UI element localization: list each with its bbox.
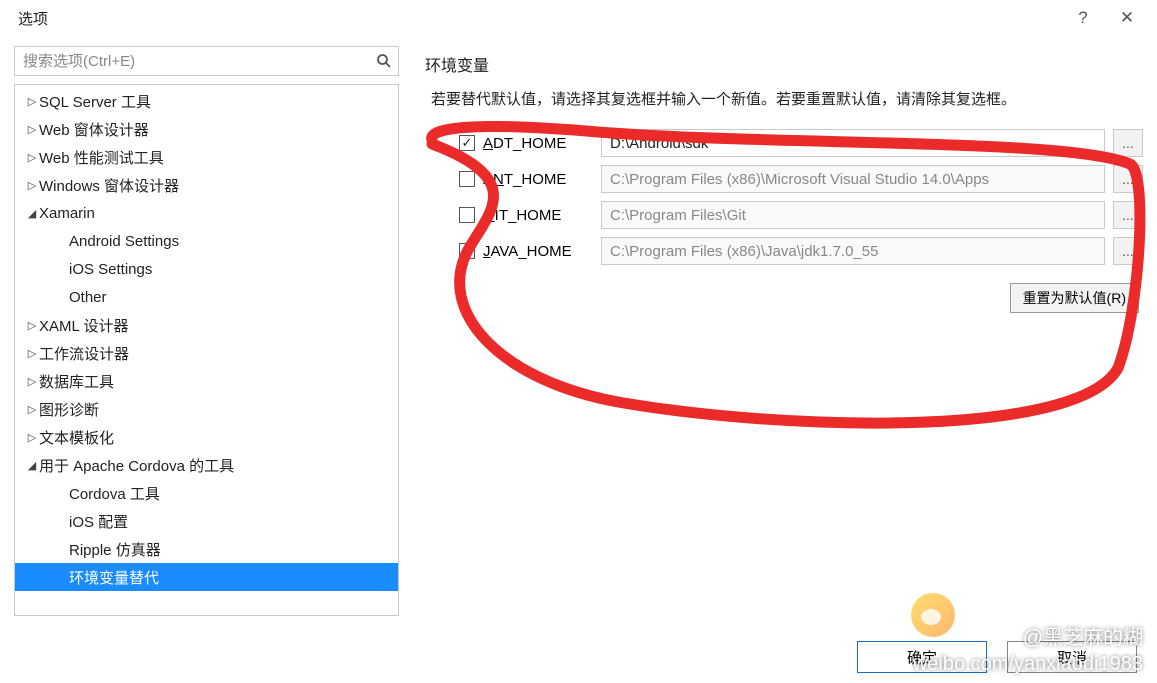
tree-item[interactable]: ▷Web 性能测试工具: [15, 143, 398, 171]
tree-item-label: iOS Settings: [69, 261, 152, 278]
cancel-button[interactable]: 取消: [1007, 641, 1137, 673]
env-row: JAVA_HOME...: [459, 233, 1143, 269]
env-label: JAVA_HOME: [483, 243, 593, 260]
tree-twisty-icon[interactable]: ▷: [25, 403, 39, 416]
tree-twisty-icon[interactable]: ▷: [25, 123, 39, 136]
section-description: 若要替代默认值，请选择其复选框并输入一个新值。若要重置默认值，请清除其复选框。: [431, 88, 1143, 111]
tree-twisty-icon[interactable]: ▷: [25, 151, 39, 164]
tree-item[interactable]: ▷XAML 设计器: [15, 311, 398, 339]
search-input[interactable]: [15, 47, 370, 75]
env-checkbox[interactable]: ✓: [459, 135, 475, 151]
tree-twisty-icon[interactable]: ▷: [25, 375, 39, 388]
content-area: ▷SQL Server 工具▷Web 窗体设计器▷Web 性能测试工具▷Wind…: [0, 36, 1157, 616]
section-title: 环境变量: [425, 52, 1143, 76]
dialog-footer: 确定 取消: [857, 641, 1137, 673]
tree-item[interactable]: ▷Windows 窗体设计器: [15, 171, 398, 199]
tree-item-label: Cordova 工具: [69, 483, 160, 504]
tree-item-label: 工作流设计器: [39, 343, 129, 364]
tree-item[interactable]: 环境变量替代: [15, 563, 398, 591]
tree-item-label: XAML 设计器: [39, 315, 128, 336]
tree-item-label: Web 窗体设计器: [39, 119, 149, 140]
tree-twisty-icon[interactable]: ▷: [25, 431, 39, 444]
tree-item-label: 文本模板化: [39, 427, 114, 448]
tree-item-label: Android Settings: [69, 233, 179, 250]
tree-item[interactable]: ▷工作流设计器: [15, 339, 398, 367]
options-tree[interactable]: ▷SQL Server 工具▷Web 窗体设计器▷Web 性能测试工具▷Wind…: [14, 84, 399, 616]
reset-button[interactable]: 重置为默认值(R): [1010, 283, 1139, 313]
browse-button[interactable]: ...: [1113, 165, 1143, 193]
tree-twisty-icon[interactable]: ▷: [25, 179, 39, 192]
browse-button[interactable]: ...: [1113, 237, 1143, 265]
tree-item-label: Xamarin: [39, 205, 95, 222]
tree-twisty-icon[interactable]: ◢: [25, 207, 39, 220]
tree-twisty-icon[interactable]: ▷: [25, 95, 39, 108]
tree-twisty-icon[interactable]: ▷: [25, 319, 39, 332]
tree-item-label: Web 性能测试工具: [39, 147, 164, 168]
right-pane: 环境变量 若要替代默认值，请选择其复选框并输入一个新值。若要重置默认值，请清除其…: [399, 46, 1143, 616]
env-row: GIT_HOME...: [459, 197, 1143, 233]
tree-item[interactable]: ▷Web 窗体设计器: [15, 115, 398, 143]
tree-item[interactable]: iOS 配置: [15, 507, 398, 535]
env-checkbox[interactable]: [459, 207, 475, 223]
env-rows: ✓ADT_HOME...ANT_HOME...GIT_HOME...JAVA_H…: [459, 125, 1143, 269]
tree-item[interactable]: ◢用于 Apache Cordova 的工具: [15, 451, 398, 479]
env-label: GIT_HOME: [483, 207, 593, 224]
browse-button[interactable]: ...: [1113, 129, 1143, 157]
search-icon[interactable]: [370, 47, 398, 75]
tree-twisty-icon[interactable]: ▷: [25, 347, 39, 360]
title-bar: 选项 ? ✕: [0, 0, 1157, 36]
env-row: ANT_HOME...: [459, 161, 1143, 197]
left-pane: ▷SQL Server 工具▷Web 窗体设计器▷Web 性能测试工具▷Wind…: [14, 46, 399, 616]
tree-item-label: 数据库工具: [39, 371, 114, 392]
tree-item[interactable]: Ripple 仿真器: [15, 535, 398, 563]
browse-button[interactable]: ...: [1113, 201, 1143, 229]
tree-item-label: 环境变量替代: [69, 567, 159, 588]
env-checkbox[interactable]: [459, 171, 475, 187]
env-label: ANT_HOME: [483, 171, 593, 188]
tree-item-label: 图形诊断: [39, 399, 99, 420]
env-input: [601, 201, 1105, 229]
env-label: ADT_HOME: [483, 135, 593, 152]
env-input: [601, 165, 1105, 193]
tree-item-label: SQL Server 工具: [39, 91, 151, 112]
ok-button[interactable]: 确定: [857, 641, 987, 673]
tree-item[interactable]: ▷数据库工具: [15, 367, 398, 395]
tree-item[interactable]: Android Settings: [15, 227, 398, 255]
tree-item[interactable]: ▷文本模板化: [15, 423, 398, 451]
tree-item-label: 用于 Apache Cordova 的工具: [39, 455, 234, 476]
close-icon[interactable]: ✕: [1105, 3, 1149, 33]
tree-item[interactable]: ▷SQL Server 工具: [15, 87, 398, 115]
env-input: [601, 237, 1105, 265]
tree-item[interactable]: Cordova 工具: [15, 479, 398, 507]
tree-item[interactable]: iOS Settings: [15, 255, 398, 283]
tree-item-label: Windows 窗体设计器: [39, 175, 179, 196]
tree-item[interactable]: Other: [15, 283, 398, 311]
tree-item-label: iOS 配置: [69, 511, 128, 532]
env-row: ✓ ADT_HOME...: [459, 125, 1143, 161]
tree-item-label: Ripple 仿真器: [69, 539, 161, 560]
tree-item[interactable]: ▷图形诊断: [15, 395, 398, 423]
tree-item-label: Other: [69, 289, 107, 306]
env-checkbox[interactable]: [459, 243, 475, 259]
tree-twisty-icon[interactable]: ◢: [25, 459, 39, 472]
tree-item[interactable]: ◢Xamarin: [15, 199, 398, 227]
search-box[interactable]: [14, 46, 399, 76]
env-input[interactable]: [601, 129, 1105, 157]
help-icon[interactable]: ?: [1061, 3, 1105, 33]
window-title: 选项: [8, 8, 1061, 29]
